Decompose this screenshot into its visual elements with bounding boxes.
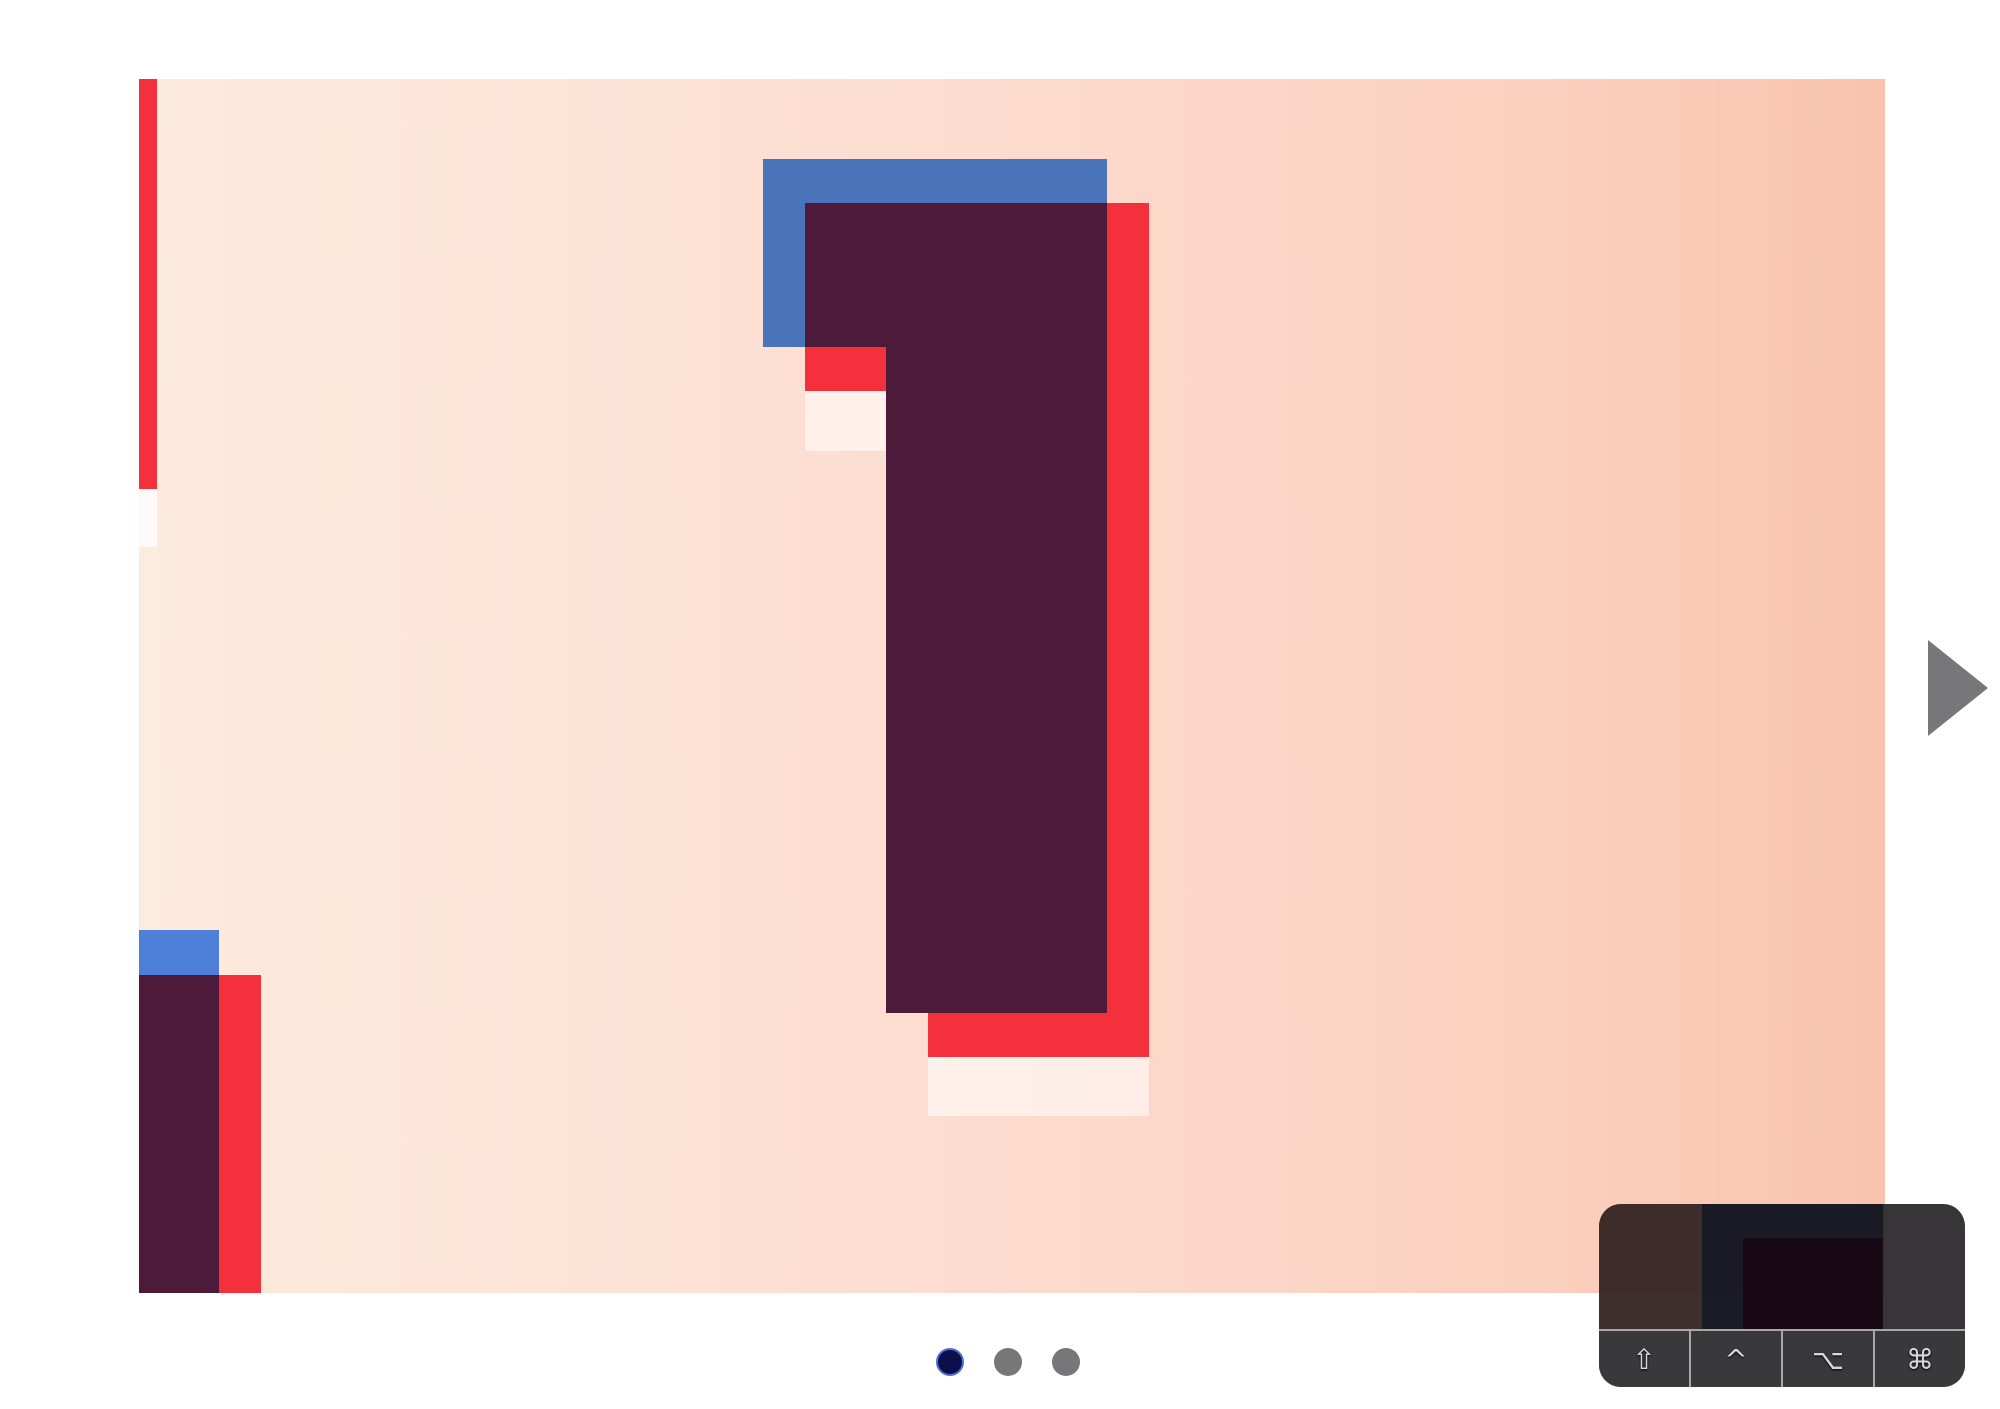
glyph-red-right <box>1107 203 1149 1057</box>
shift-key-icon[interactable]: ⇧ <box>1599 1331 1691 1387</box>
left-fragment-red-bar <box>139 79 157 489</box>
bottom-fragment-blue <box>139 930 219 975</box>
glyph-red-base <box>928 1013 1149 1057</box>
control-key-icon[interactable]: ^ <box>1691 1331 1783 1387</box>
glyph-dark-neck <box>886 347 928 391</box>
panel-backdrop-inner <box>1743 1238 1883 1330</box>
slideshow-viewer: ⇧ ^ ⌥ ⌘ <box>0 0 2000 1409</box>
modifier-key-row: ⇧ ^ ⌥ ⌘ <box>1599 1329 1965 1387</box>
glyph-blue-flag <box>763 203 805 347</box>
command-key-icon[interactable]: ⌘ <box>1875 1331 1965 1387</box>
next-slide-arrow-icon[interactable] <box>1928 640 1988 736</box>
left-fragment-highlight <box>139 489 157 547</box>
modifier-keys-panel: ⇧ ^ ⌥ ⌘ <box>1599 1204 1965 1387</box>
glyph-dark-top <box>805 203 1107 347</box>
slide-indicator-2[interactable] <box>994 1348 1022 1376</box>
panel-backdrop-left <box>1599 1204 1702 1330</box>
bottom-fragment-red <box>219 975 261 1293</box>
glyph-dark-stem <box>886 347 1107 1013</box>
glyph-highlight-base <box>928 1057 1149 1116</box>
slide-indicator-1[interactable] <box>936 1348 964 1376</box>
option-key-icon[interactable]: ⌥ <box>1783 1331 1875 1387</box>
glyph-blue-top <box>763 159 1107 203</box>
glyph-red-flag <box>805 347 886 391</box>
glyph-highlight-flag <box>805 391 886 451</box>
bottom-fragment-dark <box>139 975 219 1293</box>
slide-indicators <box>936 1348 1080 1378</box>
slide-indicator-3[interactable] <box>1052 1348 1080 1376</box>
slide-canvas <box>139 79 1885 1293</box>
